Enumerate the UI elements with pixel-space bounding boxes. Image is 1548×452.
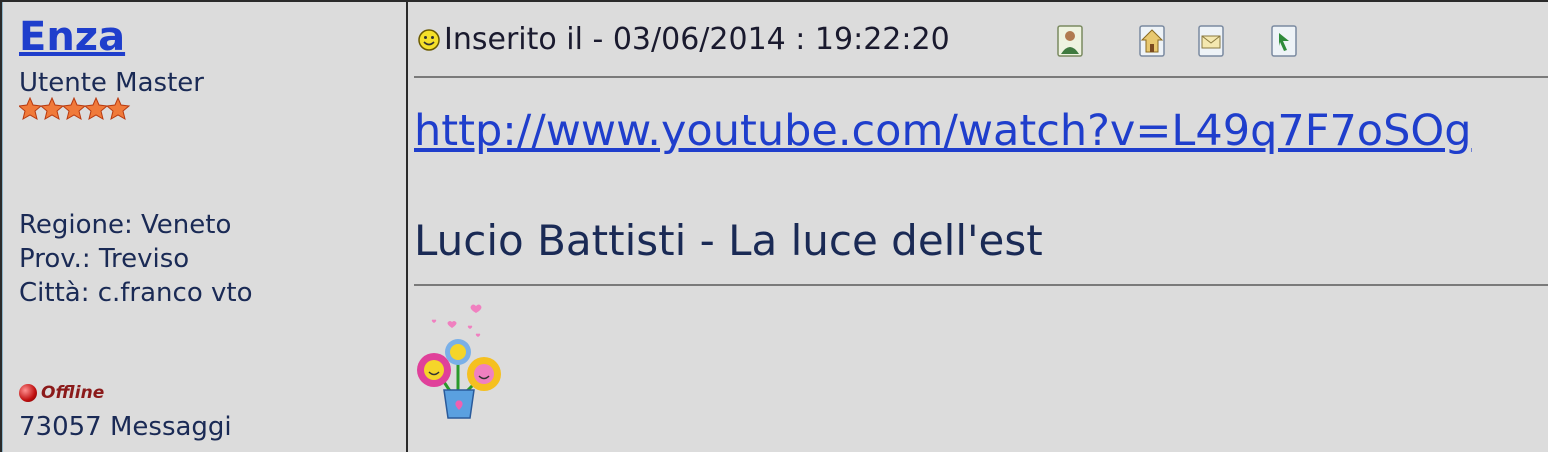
profile-icon[interactable]	[1056, 24, 1084, 58]
separator-bottom	[414, 284, 1548, 286]
post-count: 73057 Messaggi	[19, 412, 232, 442]
author-name-link[interactable]: Enza	[19, 14, 125, 60]
post-text: Lucio Battisti - La luce dell'est	[414, 216, 1043, 265]
youtube-link[interactable]: http://www.youtube.com/watch?v=L49q7F7oS…	[414, 106, 1472, 156]
posted-info: Inserito il - 03/06/2014 : 19:22:20	[418, 22, 950, 57]
posted-date: Inserito il - 03/06/2014 : 19:22:20	[444, 22, 950, 57]
homepage-icon[interactable]	[1138, 24, 1166, 58]
star-icon	[61, 97, 87, 121]
status-text: Offline	[41, 383, 105, 403]
separator-top	[414, 76, 1548, 78]
star-icon	[105, 97, 131, 121]
author-province: Prov.: Treviso	[19, 244, 190, 274]
author-rank: Utente Master	[19, 68, 204, 98]
online-status: Offline	[19, 383, 104, 403]
author-city: Città: c.franco vto	[19, 278, 253, 308]
rank-stars	[19, 97, 131, 121]
offline-dot-icon	[19, 384, 37, 402]
star-icon	[83, 97, 109, 121]
flowers-emoticon-icon	[417, 304, 501, 419]
smiley-icon	[418, 28, 440, 51]
star-icon	[39, 97, 65, 121]
email-icon[interactable]	[1197, 24, 1225, 58]
star-icon	[19, 97, 43, 121]
post-body: Inserito il - 03/06/2014 : 19:22:20 http…	[408, 2, 1548, 452]
author-panel: Enza Utente Master Regione: Veneto Prov.…	[2, 2, 407, 452]
quote-icon[interactable]	[1270, 24, 1298, 58]
author-region: Regione: Veneto	[19, 210, 232, 240]
